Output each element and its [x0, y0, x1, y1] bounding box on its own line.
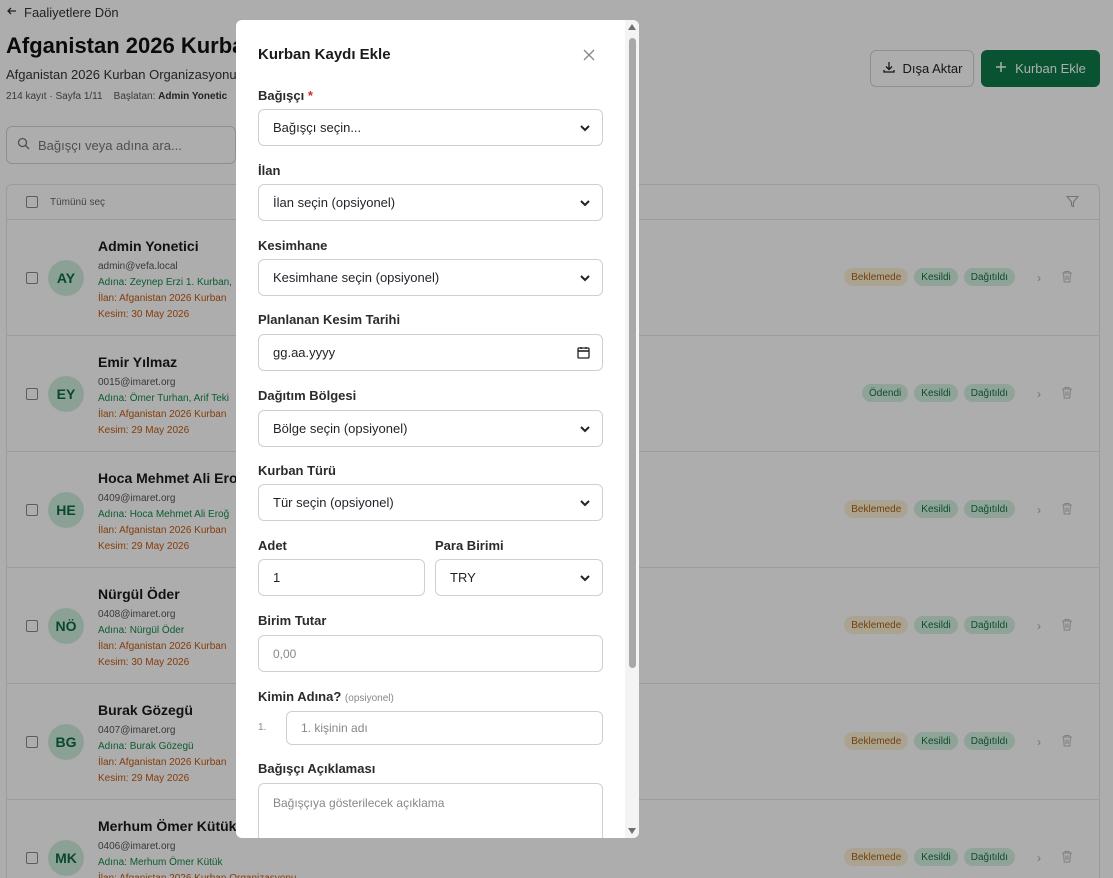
kesimhane-select[interactable]: Kesimhane seçin (opsiyonel) [258, 259, 603, 296]
required-marker: * [307, 88, 313, 103]
chevron-down-icon [580, 499, 590, 506]
unit-amount-input[interactable]: 0,00 [258, 635, 603, 672]
region-select-value: Bölge seçin (opsiyonel) [273, 421, 408, 436]
donor-select[interactable]: Bağışçı seçin... [258, 109, 603, 146]
currency-select[interactable]: TRY [435, 559, 603, 596]
kesimhane-select-value: Kesimhane seçin (opsiyonel) [273, 270, 440, 285]
whom-label-text: Kimin Adına? [258, 689, 342, 704]
scroll-down-arrow-icon[interactable] [628, 828, 636, 834]
date-input-value: gg.aa.yyyy [273, 345, 336, 360]
type-select-value: Tür seçin (opsiyonel) [273, 495, 394, 510]
donor-select-value: Bağışçı seçin... [273, 120, 362, 135]
scroll-up-arrow-icon[interactable] [628, 24, 636, 30]
donor-note-placeholder: Bağışçıya gösterilecek açıklama [273, 796, 445, 810]
quantity-input[interactable]: 1 [258, 559, 425, 596]
type-label: Kurban Türü [258, 463, 336, 478]
ilan-select-value: İlan seçin (opsiyonel) [273, 195, 396, 210]
whom-optional-hint: (opsiyonel) [344, 693, 394, 704]
chevron-down-icon [580, 199, 590, 206]
whom-name-placeholder: 1. kişinin adı [301, 721, 368, 735]
donor-label-text: Bağışçı [258, 88, 305, 103]
modal-scrollbar[interactable] [625, 20, 639, 838]
region-select[interactable]: Bölge seçin (opsiyonel) [258, 410, 603, 447]
modal-title: Kurban Kaydı Ekle [258, 46, 391, 63]
type-select[interactable]: Tür seçin (opsiyonel) [258, 484, 603, 521]
donor-note-textarea[interactable]: Bağışçıya gösterilecek açıklama [258, 783, 603, 838]
currency-select-value: TRY [450, 570, 476, 585]
donor-label: Bağışçı * [258, 88, 313, 103]
unit-amount-label: Birim Tutar [258, 613, 327, 628]
region-label: Dağıtım Bölgesi [258, 388, 357, 403]
date-input[interactable]: gg.aa.yyyy [258, 334, 603, 371]
quantity-input-value: 1 [273, 570, 281, 585]
unit-amount-placeholder: 0,00 [273, 646, 297, 661]
close-icon[interactable] [580, 46, 598, 64]
ilan-select[interactable]: İlan seçin (opsiyonel) [258, 184, 603, 221]
whom-index: 1. [258, 722, 267, 733]
chevron-down-icon [580, 124, 590, 131]
quantity-label: Adet [258, 538, 287, 553]
whom-name-input[interactable]: 1. kişinin adı [286, 711, 603, 745]
date-label: Planlanan Kesim Tarihi [258, 312, 401, 327]
calendar-icon[interactable] [577, 346, 590, 359]
donor-note-label: Bağışçı Açıklaması [258, 761, 376, 776]
chevron-down-icon [580, 574, 590, 581]
whom-label: Kimin Adına? (opsiyonel) [258, 689, 394, 704]
chevron-down-icon [580, 274, 590, 281]
scrollbar-thumb[interactable] [629, 38, 636, 668]
ilan-label: İlan [258, 163, 281, 178]
add-kurban-modal: Kurban Kaydı Ekle Bağışçı * Bağışçı seçi… [236, 20, 639, 838]
kesimhane-label: Kesimhane [258, 238, 328, 253]
chevron-down-icon [580, 425, 590, 432]
currency-label: Para Birimi [435, 538, 504, 553]
